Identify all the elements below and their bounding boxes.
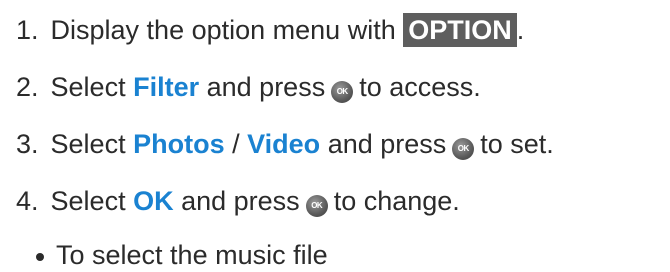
step-text: and press: [206, 72, 326, 102]
ok-button-icon: OK: [331, 81, 354, 103]
bullet-text: To select the music file: [56, 240, 328, 270]
step-1: 1. Display the option menu with OPTION.: [16, 13, 524, 47]
step-4: 4. Select OK and press OK to change.: [16, 184, 460, 218]
step-text: Select: [50, 129, 126, 159]
step-text: to set.: [480, 129, 554, 159]
step-text: .: [516, 15, 525, 45]
step-text: to access.: [359, 72, 481, 102]
option-key-label: OPTION: [403, 13, 517, 47]
step-3: 3. Select Photos / Video and press OK to se…: [16, 127, 554, 161]
step-text: and press: [327, 129, 447, 159]
keyword-photos: Photos: [133, 129, 225, 159]
bullet-dot-icon: [36, 252, 44, 261]
step-text: Select: [50, 72, 126, 102]
ok-button-icon: OK: [452, 138, 475, 160]
step-number: 2.: [16, 72, 39, 102]
step-text: and press: [181, 186, 300, 216]
keyword-filter: Filter: [133, 72, 200, 102]
step-number: 4.: [16, 186, 39, 216]
step-text: to change.: [333, 186, 460, 216]
separator: /: [232, 129, 240, 159]
step-text: Display the option menu with: [50, 15, 396, 45]
step-number: 3.: [16, 129, 39, 159]
ok-button-icon: OK: [305, 195, 328, 217]
keyword-video: Video: [247, 129, 321, 159]
step-2: 2. Select Filter and press OK to access.: [16, 70, 481, 104]
step-number: 1.: [16, 15, 39, 45]
bullet-item: To select the music file: [36, 238, 328, 272]
step-text: Select: [50, 186, 126, 216]
keyword-ok: OK: [133, 186, 174, 216]
